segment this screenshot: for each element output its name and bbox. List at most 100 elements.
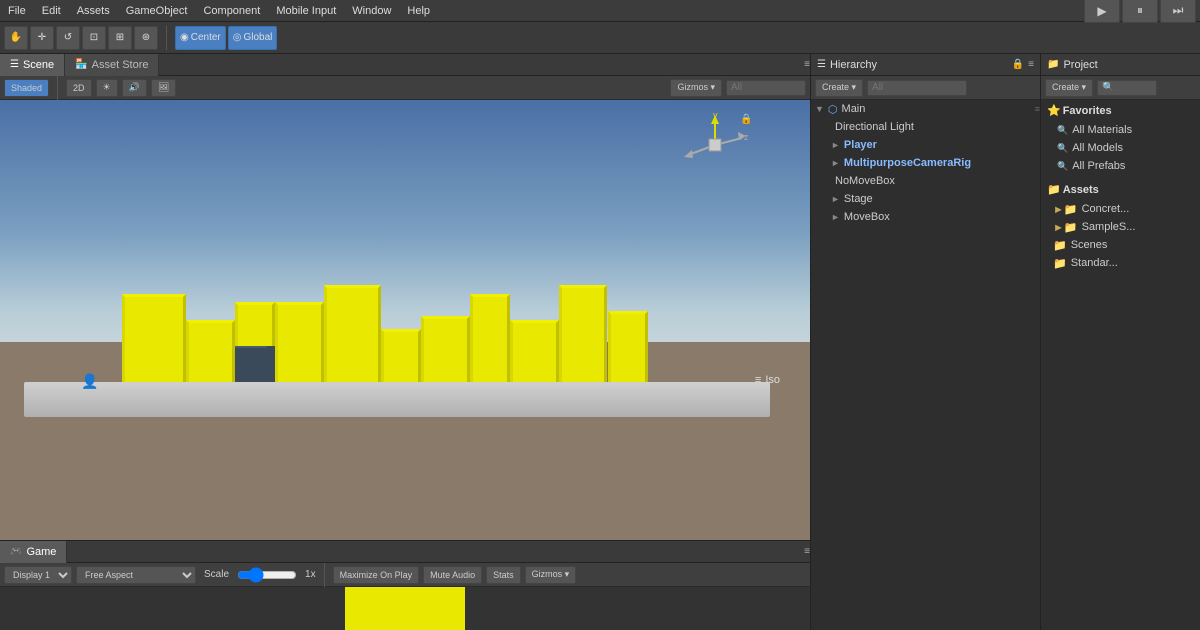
stats-button[interactable]: Stats [486, 566, 521, 584]
hierarchy-item-nomovebox[interactable]: NoMoveBox [811, 172, 1040, 190]
cube-10 [559, 285, 608, 382]
display-select[interactable]: Display 1 [4, 566, 72, 584]
project-folder-scenes[interactable]: 📁 Scenes [1041, 236, 1200, 254]
global-button[interactable]: ◎ Global [228, 26, 278, 50]
menu-mobileinput[interactable]: Mobile Input [268, 5, 344, 17]
shaded-dropdown[interactable]: Shaded [4, 79, 49, 97]
mute-audio-button[interactable]: Mute Audio [423, 566, 482, 584]
tool-group: ✋ ✛ ↺ ⊡ ⊞ ⊛ [4, 26, 158, 50]
game-gizmos-dropdown[interactable]: Gizmos ▾ [525, 566, 577, 584]
search-icon-materials: 🔍 [1057, 125, 1068, 136]
project-folder-concrete[interactable]: ►📁 Concret... [1041, 200, 1200, 218]
movebox-arrow: ► [831, 212, 840, 222]
folder-icon-samples: ►📁 [1053, 221, 1078, 234]
menu-window[interactable]: Window [344, 5, 399, 17]
menu-edit[interactable]: Edit [34, 5, 69, 17]
fx-button[interactable]: 🖼 [151, 79, 176, 97]
assets-section: 📁 Assets [1041, 179, 1200, 200]
movebox-label: MoveBox [844, 211, 890, 223]
cube-5 [324, 285, 381, 382]
scene-tb-sep [57, 76, 58, 100]
hierarchy-item-stage[interactable]: ► Stage [811, 190, 1040, 208]
favorites-arrow: ⭐ [1047, 104, 1061, 117]
player-figure: 👤 [81, 373, 98, 390]
scenes-label: Scenes [1071, 239, 1108, 251]
search-icon-models: 🔍 [1057, 143, 1068, 154]
menu-assets[interactable]: Assets [69, 5, 118, 17]
left-panel: ☰ Scene 🏪 Asset Store ≡ Shaded 2D ☀ 🔊 🖼 … [0, 54, 810, 630]
project-item-all-materials[interactable]: 🔍 All Materials [1041, 121, 1200, 139]
hierarchy-search-input[interactable] [867, 80, 967, 96]
hierarchy-item-main[interactable]: ▼ ⬡ Main ≡ [811, 100, 1040, 118]
project-item-all-prefabs[interactable]: 🔍 All Prefabs [1041, 157, 1200, 175]
project-content: ⭐ Favorites 🔍 All Materials 🔍 All Models… [1041, 100, 1200, 630]
hierarchy-header: ☰ Hierarchy 🔒 ≡ [811, 54, 1040, 76]
project-folder-standard[interactable]: 📁 Standar... [1041, 254, 1200, 272]
tab-game[interactable]: 🎮 Game [0, 541, 67, 563]
2d-button[interactable]: 2D [66, 79, 92, 97]
project-item-all-models[interactable]: 🔍 All Models [1041, 139, 1200, 157]
project-folder-samples[interactable]: ►📁 SampleS... [1041, 218, 1200, 236]
assets-arrow: 📁 [1047, 183, 1061, 196]
hierarchy-item-movebox[interactable]: ► MoveBox [811, 208, 1040, 226]
scene-view[interactable]: 👤 y [0, 100, 810, 540]
hierarchy-item-directional-light[interactable]: Directional Light [811, 118, 1040, 136]
hand-tool-button[interactable]: ✋ [4, 26, 28, 50]
main-layout: ☰ Scene 🏪 Asset Store ≡ Shaded 2D ☀ 🔊 🖼 … [0, 54, 1200, 630]
project-header: 📁 Project [1041, 54, 1200, 76]
play-button[interactable]: ▶ [1084, 0, 1120, 23]
aspect-select[interactable]: Free Aspect [76, 566, 196, 584]
cube-3 [235, 302, 276, 346]
menu-help[interactable]: Help [399, 5, 438, 17]
project-search-input[interactable] [1097, 80, 1157, 96]
hierarchy-create-btn[interactable]: Create ▾ [815, 79, 863, 97]
tab-scene[interactable]: ☰ Scene [0, 54, 65, 76]
hierarchy-item-camera-rig[interactable]: ► MultipurposeCameraRig [811, 154, 1040, 172]
hierarchy-content: ▼ ⬡ Main ≡ Directional Light ► Player [811, 100, 1040, 630]
iso-text: Iso [765, 374, 780, 386]
scene-tab-bar: ☰ Scene 🏪 Asset Store ≡ [0, 54, 810, 76]
hierarchy-item-player[interactable]: ► Player [811, 136, 1040, 154]
assets-label: Assets [1063, 184, 1099, 196]
project-icon: 📁 [1047, 59, 1059, 70]
rect-tool-button[interactable]: ⊞ [108, 26, 132, 50]
gizmos-dropdown[interactable]: Gizmos ▾ [670, 79, 722, 97]
cube-9 [510, 320, 559, 382]
game-tab-icon: 🎮 [10, 546, 22, 557]
camera-rig-arrow: ► [831, 158, 840, 168]
scene-panel: ☰ Scene 🏪 Asset Store ≡ Shaded 2D ☀ 🔊 🖼 … [0, 54, 810, 540]
maximize-on-play-button[interactable]: Maximize On Play [333, 566, 420, 584]
lighting-button[interactable]: ☀ [96, 79, 118, 97]
menu-file[interactable]: File [0, 5, 34, 17]
scale-tool-button[interactable]: ⊡ [82, 26, 106, 50]
menu-component[interactable]: Component [195, 5, 268, 17]
asset-store-tab-label: Asset Store [92, 59, 149, 71]
audio-button[interactable]: 🔊 [122, 79, 147, 97]
hierarchy-icon: ☰ [817, 59, 826, 70]
stage-arrow: ► [831, 194, 840, 204]
pause-button[interactable]: ⏸ [1122, 0, 1158, 23]
scale-value: 1x [305, 569, 316, 580]
center-icon: ◉ [180, 32, 189, 43]
transform-tool-button[interactable]: ⊛ [134, 26, 158, 50]
menu-gameobject[interactable]: GameObject [118, 5, 196, 17]
rotate-tool-button[interactable]: ↺ [56, 26, 80, 50]
hierarchy-menu-btn[interactable]: ≡ [1028, 59, 1034, 70]
scene-tab-label: Scene [23, 59, 54, 71]
scene-search-input[interactable] [726, 80, 806, 96]
center-button[interactable]: ◉ Center [175, 26, 226, 50]
game-view[interactable] [0, 587, 810, 630]
project-create-btn[interactable]: Create ▾ [1045, 79, 1093, 97]
step-button[interactable]: ⏭ [1160, 0, 1196, 23]
scene-toolbar: Shaded 2D ☀ 🔊 🖼 Gizmos ▾ [0, 76, 810, 100]
hierarchy-lock-icon: 🔒 [1012, 59, 1024, 70]
search-icon-prefabs: 🔍 [1057, 161, 1068, 172]
scale-slider[interactable] [237, 569, 297, 581]
move-tool-button[interactable]: ✛ [30, 26, 54, 50]
all-models-label: All Models [1072, 142, 1123, 154]
game-tab-label: Game [26, 546, 56, 558]
menu-bar: File Edit Assets GameObject Component Mo… [0, 0, 1200, 22]
project-panel: 📁 Project Create ▾ ⭐ Favorites 🔍 All Mat… [1040, 54, 1200, 630]
tab-asset-store[interactable]: 🏪 Asset Store [65, 54, 159, 76]
standard-label: Standar... [1071, 257, 1118, 269]
